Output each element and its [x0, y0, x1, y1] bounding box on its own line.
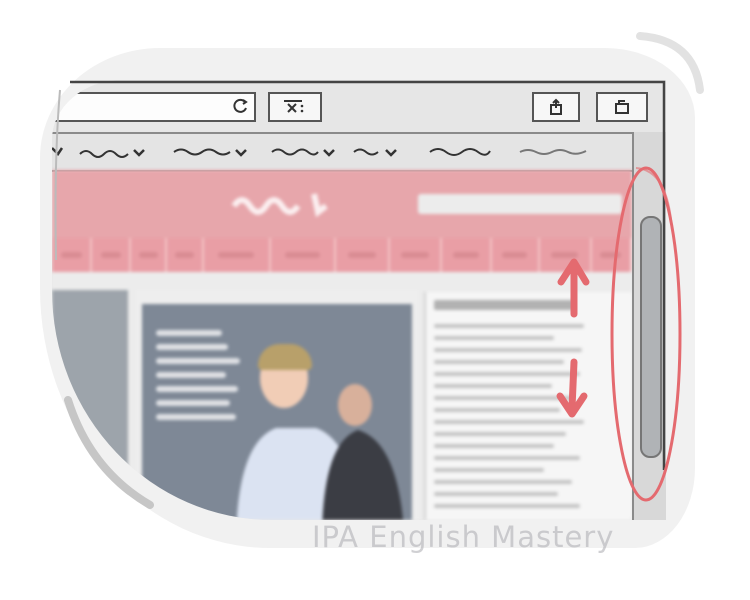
site-logo — [231, 193, 328, 218]
page-viewport[interactable] — [52, 170, 632, 520]
chevron-down-icon — [133, 149, 145, 157]
nav-tab[interactable] — [492, 238, 540, 272]
site-header — [52, 170, 632, 238]
home-icon — [550, 98, 562, 115]
scrollbar-track[interactable] — [632, 132, 666, 520]
nav-tab[interactable] — [52, 238, 93, 272]
nav-tab[interactable] — [204, 238, 271, 272]
chevron-down-icon — [235, 149, 247, 157]
new-tab-button[interactable] — [596, 92, 648, 122]
menu-item-2[interactable] — [78, 142, 152, 162]
nav-tab[interactable] — [442, 238, 492, 272]
address-bar[interactable] — [52, 92, 256, 122]
browser-window — [52, 80, 666, 520]
nav-tab[interactable] — [336, 238, 391, 272]
chevron-down-icon — [323, 149, 335, 157]
stop-icon — [284, 100, 304, 113]
menu-item-6[interactable] — [428, 142, 492, 162]
nav-tab[interactable] — [592, 238, 632, 272]
reload-icon[interactable] — [232, 97, 250, 115]
nav-tab[interactable] — [167, 238, 204, 272]
menu-bar — [52, 134, 632, 172]
nav-tab[interactable] — [540, 238, 592, 272]
left-column-image — [52, 290, 128, 520]
menu-item-3[interactable] — [172, 142, 258, 162]
home-button[interactable] — [532, 92, 580, 122]
menu-item-4[interactable] — [270, 142, 342, 162]
watermark: IPA English Mastery — [312, 520, 615, 554]
nav-tab[interactable] — [390, 238, 442, 272]
feature-image[interactable] — [142, 304, 412, 520]
scrollbar-thumb[interactable] — [640, 216, 662, 458]
site-search-input[interactable] — [418, 194, 622, 214]
chevron-down-icon — [385, 149, 397, 157]
illustration: IPA English Mastery — [0, 0, 750, 600]
right-column-article — [424, 292, 632, 520]
stop-button[interactable] — [268, 92, 322, 122]
tab-icon — [615, 100, 629, 114]
menu-item-7[interactable] — [518, 142, 592, 162]
nav-tab[interactable] — [271, 238, 337, 272]
nav-tab[interactable] — [92, 238, 131, 272]
nav-tab[interactable] — [131, 238, 168, 272]
menu-item-1[interactable] — [52, 142, 64, 162]
menu-item-5[interactable] — [352, 142, 408, 162]
site-nav — [52, 238, 632, 272]
browser-toolbar — [52, 80, 666, 134]
